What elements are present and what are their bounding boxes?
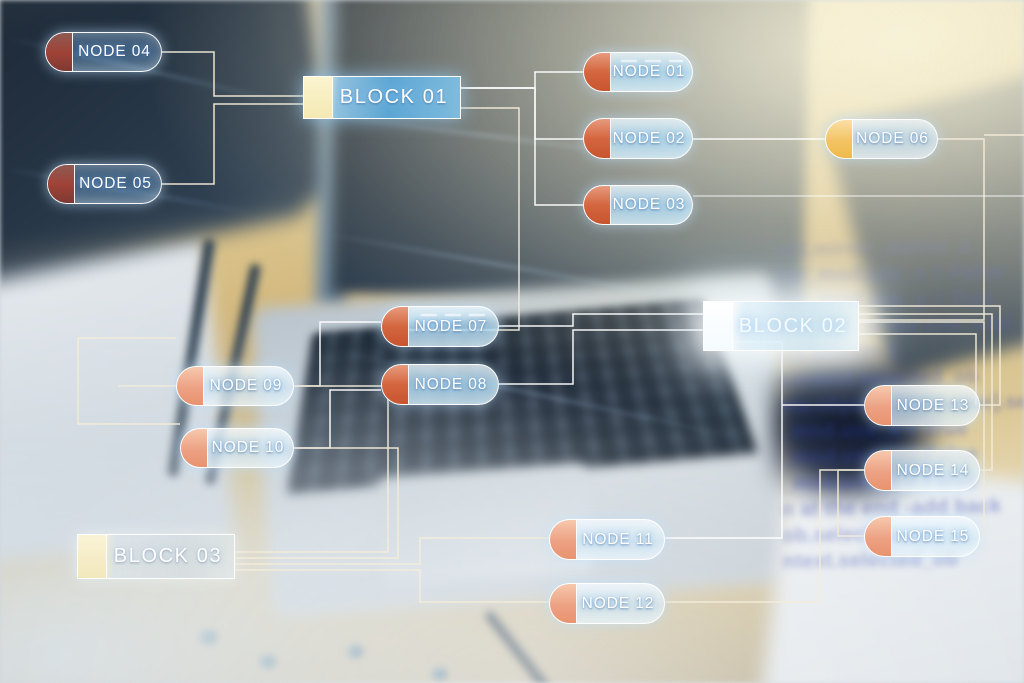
node-13-label: NODE 13 — [896, 396, 970, 414]
block-01-label: BLOCK 01 — [339, 86, 449, 108]
block-03-label: BLOCK 03 — [113, 545, 223, 567]
wire-node12-node14 — [665, 469, 864, 603]
wire-block01-node03 — [461, 87, 583, 206]
block-01[interactable]: BLOCK 01 — [303, 76, 461, 119]
node-14[interactable]: NODE 14 — [864, 450, 980, 491]
wire-node06-block02 — [859, 138, 985, 321]
node-06[interactable]: NODE 06 — [825, 119, 938, 159]
wire-block01-node02 — [461, 87, 583, 140]
wire-left-bus-lower — [77, 338, 180, 425]
node-09-label: NODE 09 — [209, 377, 283, 394]
connector-wires — [77, 51, 1024, 603]
wire-node04-block01 — [162, 51, 303, 97]
node-03-label: NODE 03 — [612, 196, 686, 213]
node-08[interactable]: NODE 08 — [381, 364, 499, 405]
wire-node05-block01 — [162, 103, 303, 185]
wire-node10-node08 — [294, 389, 381, 449]
node-01-label: NODE 01 — [612, 63, 686, 80]
wire-block03-node09 — [235, 385, 389, 553]
wire-node08-block02 — [499, 329, 703, 385]
node-01[interactable]: NODE 01 — [583, 52, 693, 92]
node-03[interactable]: NODE 03 — [583, 185, 693, 225]
node-09[interactable]: NODE 09 — [176, 366, 294, 406]
node-07[interactable]: NODE 07 — [381, 306, 499, 347]
node-13[interactable]: NODE 13 — [864, 385, 980, 426]
node-12[interactable]: NODE 12 — [549, 583, 665, 624]
node-15-label: NODE 15 — [896, 527, 970, 545]
wire-node07-block02 — [499, 313, 703, 327]
node-06-label: NODE 06 — [856, 130, 929, 147]
block-02[interactable]: BLOCK 02 — [703, 301, 859, 351]
wire-node09-node07 — [294, 321, 381, 387]
node-11-label: NODE 11 — [582, 530, 654, 548]
node-07-highlight-dash — [421, 314, 489, 316]
node-10-label: NODE 10 — [211, 439, 285, 456]
node-02-label: NODE 02 — [612, 129, 686, 147]
screenshot-canvas: ect.mirror_mirror_xror_mod.use_x = False… — [0, 0, 1024, 683]
wire-block01-node07 — [381, 107, 520, 331]
node-05[interactable]: NODE 05 — [47, 164, 162, 204]
node-15[interactable]: NODE 15 — [864, 516, 980, 557]
node-12-label: NODE 12 — [581, 594, 655, 612]
node-01-highlight-dash — [620, 60, 683, 62]
node-04[interactable]: NODE 04 — [45, 32, 162, 72]
node-05-label: NODE 05 — [79, 175, 152, 192]
block-03[interactable]: BLOCK 03 — [77, 534, 235, 579]
node-11[interactable]: NODE 11 — [549, 519, 665, 560]
node-08-label: NODE 08 — [414, 375, 488, 393]
block-02-label: BLOCK 02 — [738, 314, 848, 337]
wire-block03-node12 — [235, 569, 549, 603]
node-04-label: NODE 04 — [78, 43, 151, 60]
node-diagram-overlay: BLOCK 01 BLOCK 02 BLOCK 03 NODE 01 NODE 02 NO… — [0, 0, 1024, 683]
node-14-label: NODE 14 — [896, 461, 970, 479]
wire-block02-node15 — [859, 321, 985, 537]
wire-block03-node11 — [235, 537, 549, 565]
node-10[interactable]: NODE 10 — [180, 428, 294, 468]
node-02[interactable]: NODE 02 — [583, 118, 693, 159]
wire-block01-node01 — [461, 71, 583, 89]
node-07-label: NODE 07 — [414, 317, 488, 335]
wire-node11-block02 — [665, 341, 783, 539]
wire-bus-node15 — [837, 470, 864, 537]
